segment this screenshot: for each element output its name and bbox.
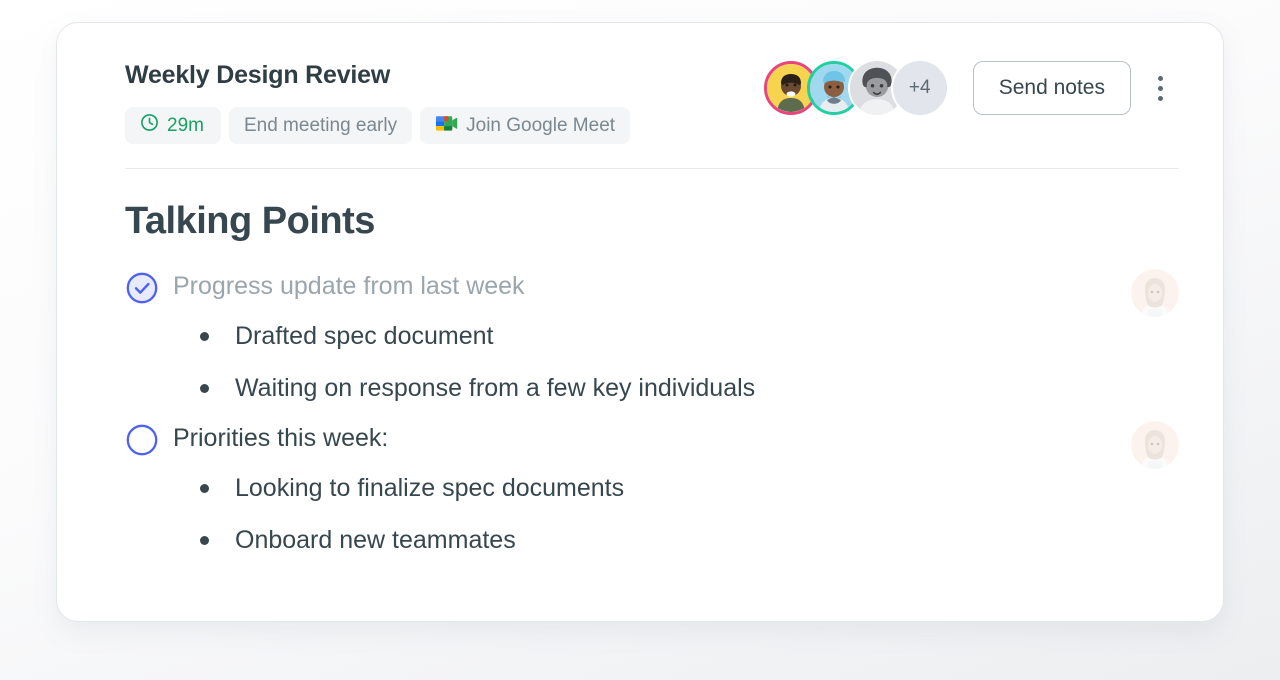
checkbox-unchecked-icon[interactable] <box>125 423 159 457</box>
talking-points-list: Progress update from last week Drafted s… <box>125 269 1179 559</box>
bullet-icon <box>200 484 209 493</box>
assignee-avatar[interactable] <box>1131 421 1179 469</box>
sub-bullet-text: Waiting on response from a few key indiv… <box>235 374 756 402</box>
duration-chip[interactable]: 29m <box>125 107 221 144</box>
sub-bullet-item: Looking to finalize spec documents <box>125 469 1179 507</box>
sub-bullet-item: Onboard new teammates <box>125 521 1179 559</box>
talking-point-header: Progress update from last week <box>125 269 1179 317</box>
talking-point-label: Priorities this week: <box>173 424 389 452</box>
sub-bullet-text: Onboard new teammates <box>235 526 516 554</box>
talking-point-item: Priorities this week: Looking to finaliz… <box>125 421 1179 559</box>
sub-bullet-item: Drafted spec document <box>125 317 1179 355</box>
header-divider <box>125 168 1179 169</box>
talking-point-sublist: Drafted spec document Waiting on respons… <box>125 317 1179 407</box>
talking-point-header: Priorities this week: <box>125 421 1179 469</box>
more-options-button[interactable] <box>1141 61 1179 115</box>
join-google-meet-label: Join Google Meet <box>466 114 616 136</box>
google-meet-icon <box>435 113 458 139</box>
kebab-dot-icon <box>1157 95 1163 101</box>
assignee-avatar[interactable] <box>1131 269 1179 317</box>
talking-point-sublist: Looking to finalize spec documents Onboa… <box>125 469 1179 559</box>
kebab-dot-icon <box>1157 85 1163 91</box>
header-actions-group: +4 Send notes <box>763 59 1179 115</box>
header-left-group: Weekly Design Review 29m End meeting ear… <box>125 59 631 144</box>
send-notes-button[interactable]: Send notes <box>972 61 1131 115</box>
join-google-meet-chip[interactable]: Join Google Meet <box>420 107 631 144</box>
duration-label: 29m <box>167 114 204 136</box>
avatar-overflow-count[interactable]: +4 <box>892 61 947 115</box>
participant-avatar-stack[interactable]: +4 <box>763 61 947 115</box>
card-content: Weekly Design Review 29m End meeting ear… <box>57 23 1223 621</box>
meeting-chips: 29m End meeting early Join Google Meet <box>125 107 631 144</box>
page-title: Weekly Design Review <box>125 61 391 89</box>
sub-bullet-text: Drafted spec document <box>235 322 494 350</box>
talking-point-item: Progress update from last week Drafted s… <box>125 269 1179 407</box>
meeting-notes-card: Weekly Design Review 29m End meeting ear… <box>56 22 1224 622</box>
sub-bullet-item: Waiting on response from a few key indiv… <box>125 369 1179 407</box>
bullet-icon <box>200 536 209 545</box>
checkbox-checked-icon[interactable] <box>125 271 159 305</box>
talking-point-label: Progress update from last week <box>173 272 525 300</box>
end-meeting-early-chip[interactable]: End meeting early <box>228 107 413 144</box>
kebab-dot-icon <box>1157 75 1163 81</box>
bullet-icon <box>200 332 209 341</box>
section-heading: Talking Points <box>125 200 375 242</box>
end-meeting-early-label: End meeting early <box>243 114 398 136</box>
card-header: Weekly Design Review 29m End meeting ear… <box>125 59 1179 144</box>
clock-icon <box>140 113 159 138</box>
sub-bullet-text: Looking to finalize spec documents <box>235 474 625 502</box>
bullet-icon <box>200 384 209 393</box>
